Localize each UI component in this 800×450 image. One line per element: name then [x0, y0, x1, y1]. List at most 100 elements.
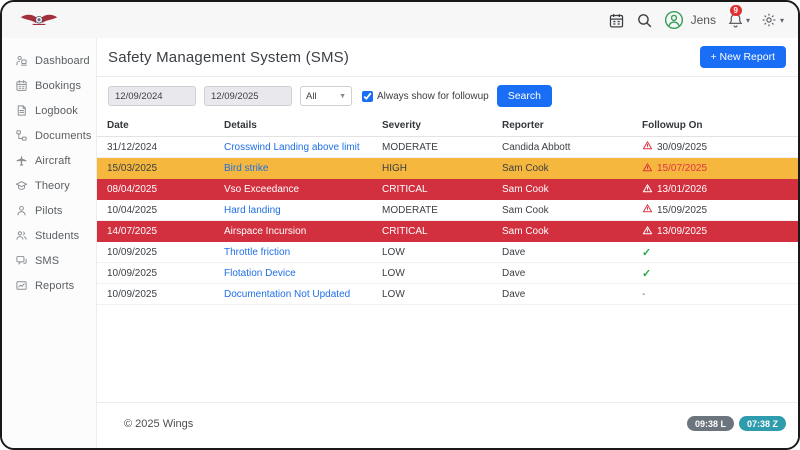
document-icon [15, 104, 28, 117]
sidebar-item-label: Dashboard [35, 54, 90, 67]
followup-date: 15/09/2025 [657, 204, 708, 216]
table-row[interactable]: 10/04/2025 Hard landing MODERATE Sam Cook 15… [97, 200, 798, 221]
report-followup: ✓ [642, 246, 788, 259]
check-icon: ✓ [642, 267, 652, 280]
chat-icon [15, 254, 28, 267]
report-date: 10/09/2025 [107, 288, 158, 300]
table-row[interactable]: 10/09/2025 Flotation Device LOW Dave ✓ [97, 263, 798, 284]
report-severity: CRITICAL [382, 184, 428, 195]
sidebar-item-label: Aircraft [35, 154, 71, 167]
table-row[interactable]: 10/09/2025 Throttle friction LOW Dave ✓ [97, 242, 798, 263]
report-followup: 15/07/2025 [642, 162, 788, 176]
sidebar-item-dashboard[interactable]: Dashboard [2, 48, 96, 73]
sidebar-item-label: Bookings [35, 79, 82, 92]
followup-date: 13/09/2025 [657, 226, 708, 237]
sidebar-item-pilots[interactable]: Pilots [2, 198, 96, 223]
report-reporter: Sam Cook [502, 226, 549, 237]
footer: © 2025 Wings 09:38 L 07:38 Z [97, 402, 798, 448]
report-details-link[interactable]: Crosswind Landing above limit [224, 142, 382, 153]
column-header-date: Date [107, 120, 129, 131]
report-severity: LOW [382, 288, 405, 300]
report-reporter: Sam Cook [502, 184, 549, 195]
severity-select[interactable]: All ▼ [300, 86, 352, 106]
search-button[interactable]: Search [496, 85, 552, 107]
column-header-reporter: Reporter [502, 120, 544, 131]
sidebar-item-reports[interactable]: Reports [2, 273, 96, 298]
followup-date: 13/01/2026 [657, 184, 708, 195]
report-details-link[interactable]: Bird strike [224, 163, 382, 174]
table-body: 31/12/2024 Crosswind Landing above limit M… [97, 137, 798, 305]
report-details-link[interactable]: Hard landing [224, 205, 382, 216]
sidebar-item-label: Pilots [35, 204, 63, 217]
page-header: Safety Management System (SMS) + New Rep… [97, 38, 798, 77]
table-row[interactable]: 31/12/2024 Crosswind Landing above limit M… [97, 137, 798, 158]
calendar-icon [15, 79, 28, 92]
copyright: © 2025 Wings [124, 417, 194, 430]
local-time-badge: 09:38 L [686, 416, 734, 431]
people-icon [15, 229, 28, 242]
followup-none: - [642, 288, 646, 300]
report-details-link[interactable]: Documentation Not Updated [224, 289, 382, 300]
chevron-down-icon: ▾ [745, 15, 750, 25]
sidebar-item-logbook[interactable]: Logbook [2, 98, 96, 123]
sidebar-item-students[interactable]: Students [2, 223, 96, 248]
report-date: 15/03/2025 [107, 163, 158, 174]
warning-icon [642, 162, 653, 176]
sidebar-item-bookings[interactable]: Bookings [2, 73, 96, 98]
chevron-down-icon: ▼ [339, 92, 346, 100]
table-row[interactable]: 10/09/2025 Documentation Not Updated LOW Da… [97, 284, 798, 305]
report-severity: LOW [382, 246, 405, 258]
column-header-followup-on: Followup On [642, 120, 703, 131]
report-details-link[interactable]: Flotation Device [224, 268, 382, 279]
sidebar-item-theory[interactable]: Theory [2, 173, 96, 198]
column-header-severity: Severity [382, 120, 421, 131]
check-icon: ✓ [642, 246, 652, 259]
topbar-actions: Jens 9 ▾ ▾ [608, 4, 784, 30]
notifications-button[interactable]: 9 ▾ [727, 4, 750, 29]
person-icon [15, 204, 28, 217]
followup-date: 30/09/2025 [657, 141, 708, 153]
filter-bar: All ▼ Always show for followup Search [97, 77, 798, 115]
table-row[interactable]: 14/07/2025 Airspace Incursion CRITICAL Sam … [97, 221, 798, 242]
sidebar-item-sms[interactable]: SMS [2, 248, 96, 273]
report-followup: ✓ [642, 267, 788, 280]
table-row[interactable]: 08/04/2025 Vso Exceedance CRITICAL Sam Cook… [97, 179, 798, 200]
main-content: Safety Management System (SMS) + New Rep… [97, 38, 798, 448]
report-followup: 13/09/2025 [642, 225, 788, 239]
user-name: Jens [690, 13, 716, 27]
settings-button[interactable]: ▾ [761, 12, 784, 28]
gear-icon [762, 13, 776, 27]
sidebar-item-label: Documents [35, 129, 92, 142]
report-date: 10/09/2025 [107, 246, 158, 258]
report-details-link[interactable]: Throttle friction [224, 247, 382, 258]
page-title: Safety Management System (SMS) [108, 48, 350, 66]
report-details-link[interactable]: Airspace Incursion [224, 226, 382, 237]
followup-checkbox-label: Always show for followup [362, 90, 489, 102]
dashboard-icon [15, 54, 28, 67]
report-date: 10/04/2025 [107, 204, 158, 216]
report-reporter: Dave [502, 288, 526, 300]
notification-badge: 9 [729, 4, 742, 17]
search-icon[interactable] [636, 12, 653, 29]
reports-table: Date Details Severity Reporter Followup On 3… [97, 115, 798, 402]
followup-checkbox[interactable] [362, 90, 373, 102]
report-followup: 13/01/2026 [642, 183, 788, 197]
sidebar-item-aircraft[interactable]: Aircraft [2, 148, 96, 173]
warning-icon [642, 140, 653, 154]
report-reporter: Dave [502, 267, 526, 279]
calendar-icon[interactable] [608, 12, 625, 29]
warning-icon [642, 183, 653, 197]
sidebar-item-documents[interactable]: Documents [2, 123, 96, 148]
report-details-link[interactable]: Vso Exceedance [224, 184, 382, 195]
date-from-input[interactable] [108, 86, 196, 106]
report-date: 14/07/2025 [107, 226, 158, 237]
severity-select-value: All [306, 90, 317, 102]
table-row[interactable]: 15/03/2025 Bird strike HIGH Sam Cook 15/07/2… [97, 158, 798, 179]
app-window: Jens 9 ▾ ▾ Dashboard Bookings Logbook Docum… [0, 0, 800, 450]
new-report-button[interactable]: + New Report [699, 46, 786, 68]
report-reporter: Sam Cook [502, 163, 549, 174]
report-reporter: Dave [502, 246, 526, 258]
avatar[interactable] [664, 10, 684, 30]
date-to-input[interactable] [204, 86, 292, 106]
sidebar-item-label: Students [35, 229, 80, 242]
